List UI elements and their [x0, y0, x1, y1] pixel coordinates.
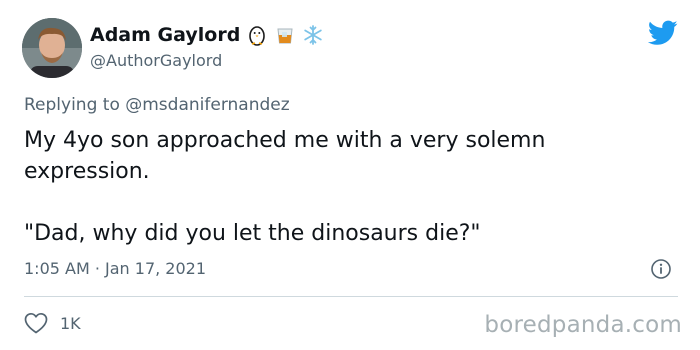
info-icon[interactable]	[650, 258, 672, 280]
tweet-text: My 4yo son approached me with a very sol…	[24, 125, 676, 249]
whiskey-glass-icon	[274, 24, 296, 46]
like-button[interactable]: 1K	[24, 312, 81, 334]
tweet-text-line: "Dad, why did you let the dinosaurs die?…	[24, 221, 481, 246]
replying-to: Replying to @msdanifernandez	[24, 95, 290, 115]
replying-to-prefix: Replying to	[24, 95, 120, 115]
snowflake-icon	[302, 24, 324, 46]
author-handle[interactable]: @AuthorGaylord	[90, 51, 222, 70]
tweet-text-line: My 4yo son approached me with a very sol…	[24, 128, 546, 184]
avatar[interactable]	[22, 18, 82, 78]
heart-icon	[24, 312, 48, 334]
twitter-bird-icon[interactable]	[648, 20, 678, 46]
penguin-icon	[246, 24, 268, 46]
author-display-name[interactable]: Adam Gaylord	[90, 24, 240, 46]
like-count: 1K	[60, 313, 81, 333]
divider	[24, 296, 678, 297]
tweet-timestamp[interactable]: 1:05 AM · Jan 17, 2021	[24, 259, 206, 278]
author-name-row: Adam Gaylord	[90, 22, 324, 48]
reply-mention-link[interactable]: @msdanifernandez	[125, 95, 289, 115]
watermark: boredpanda.com	[484, 312, 682, 338]
